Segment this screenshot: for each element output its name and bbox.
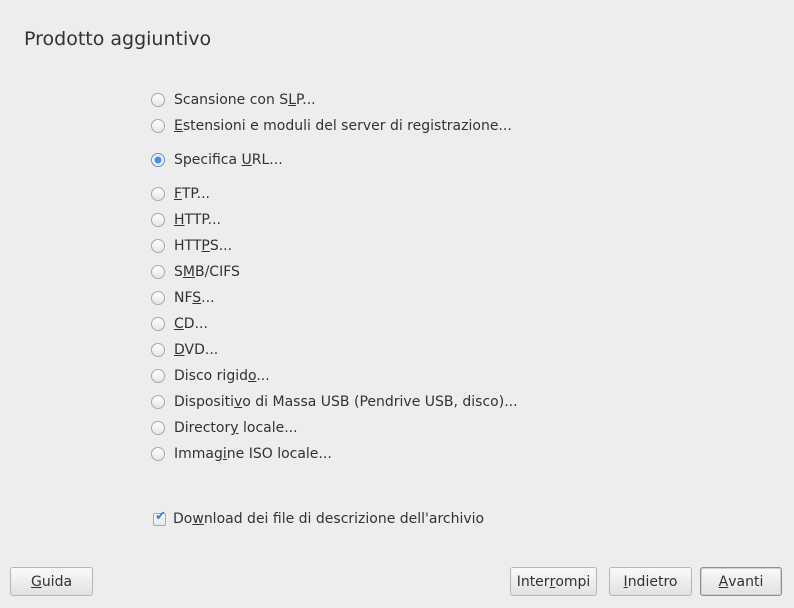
source-option[interactable]: CD... [151,314,208,334]
source-option[interactable]: Disco rigido... [151,366,270,386]
radio-button[interactable] [151,119,165,133]
source-option[interactable]: Dispositivo di Massa USB (Pendrive USB, … [151,392,518,412]
radio-button[interactable] [151,343,165,357]
next-button[interactable]: Avanti [700,567,782,596]
radio-button[interactable] [151,239,165,253]
radio-button[interactable] [151,369,165,383]
source-option[interactable]: HTTP... [151,210,221,230]
back-button[interactable]: Indietro [609,567,692,596]
source-option[interactable]: NFS... [151,288,215,308]
source-option-label: Dispositivo di Massa USB (Pendrive USB, … [174,394,518,410]
radio-button[interactable] [151,447,165,461]
source-option-label: Immagine ISO locale... [174,446,332,462]
radio-button[interactable] [151,93,165,107]
source-option[interactable]: FTP... [151,184,210,204]
source-option[interactable]: Estensioni e moduli del server di regist… [151,116,512,136]
source-option[interactable]: SMB/CIFS [151,262,240,282]
source-option-label: CD... [174,316,208,332]
download-description-label: Download dei file di descrizione dell'ar… [173,511,485,527]
radio-button[interactable] [151,265,165,279]
source-option-label: FTP... [174,186,210,202]
source-option-label: Directory locale... [174,420,298,436]
radio-button[interactable] [151,291,165,305]
source-option-label: SMB/CIFS [174,264,240,280]
source-option-label: NFS... [174,290,215,306]
source-option[interactable]: Specifica URL... [151,150,283,170]
source-option-label: Disco rigido... [174,368,270,384]
abort-button[interactable]: Inter r ompi [510,567,597,596]
source-option-label: Scansione con SLP... [174,92,316,108]
source-option[interactable]: HTTPS... [151,236,232,256]
radio-button[interactable] [151,213,165,227]
source-option-label: HTTPS... [174,238,233,254]
page-title: Prodotto aggiuntivo [24,28,212,50]
source-option-label: HTTP... [174,212,222,228]
source-option[interactable]: Scansione con SLP... [151,90,316,110]
checkbox-box[interactable]: ✔ [153,508,166,526]
check-icon: ✔ [155,508,166,524]
source-option-label: Estensioni e moduli del server di regist… [174,118,512,134]
radio-button[interactable] [151,317,165,331]
radio-button[interactable] [151,187,165,201]
help-button[interactable]: Guida [10,567,93,596]
source-option[interactable]: Immagine ISO locale... [151,444,332,464]
radio-button[interactable] [151,421,165,435]
source-option[interactable]: DVD... [151,340,218,360]
source-option[interactable]: Directory locale... [151,418,298,438]
radio-button[interactable] [151,153,165,167]
source-option-label: DVD... [174,342,219,358]
radio-button[interactable] [151,395,165,409]
download-description-checkbox[interactable]: ✔ Download dei file di descrizione dell'… [153,509,484,529]
source-option-label: Specifica URL... [174,152,283,168]
